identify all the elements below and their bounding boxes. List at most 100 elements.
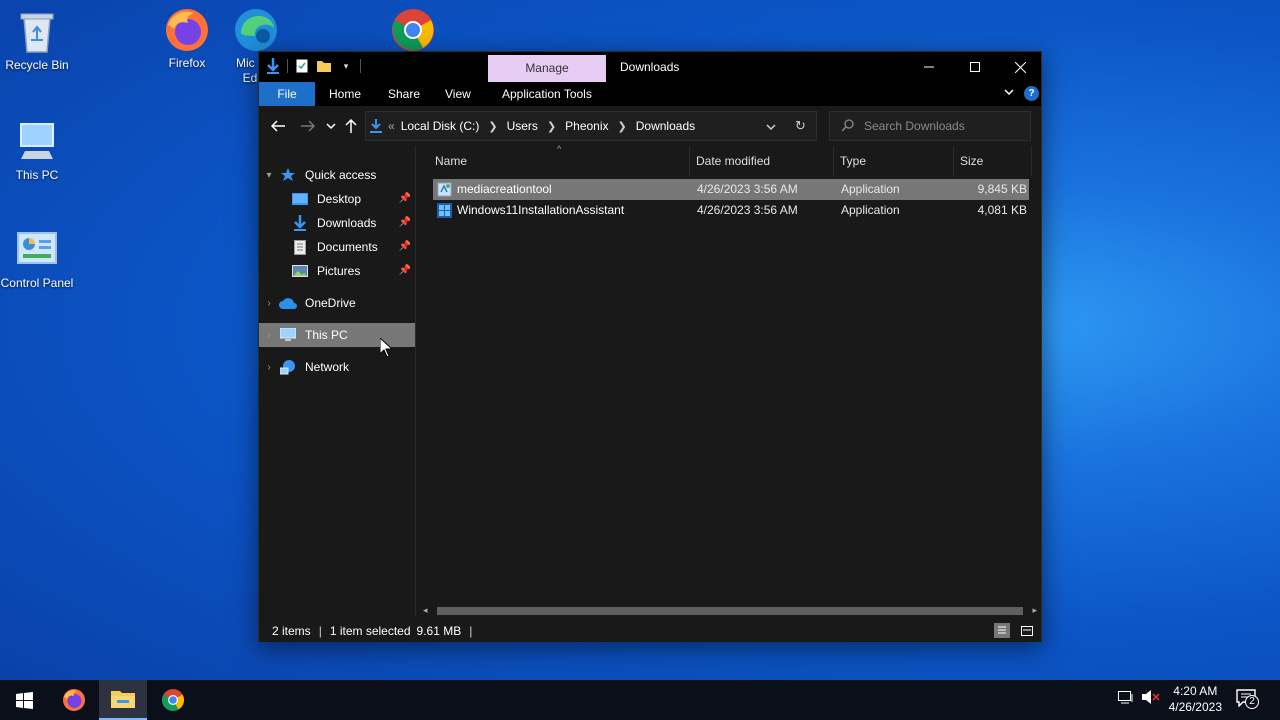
nav-downloads[interactable]: Downloads 📌 (259, 211, 415, 235)
recycle-bin-icon (13, 8, 61, 56)
breadcrumb-users[interactable]: Users (507, 119, 538, 133)
window-title: Downloads (620, 60, 680, 74)
nav-label: Downloads (317, 216, 377, 230)
cloud-icon (279, 295, 297, 311)
status-bar: 2 items | 1 item selected 9.61 MB | (259, 619, 1041, 642)
nav-label: Network (305, 360, 350, 374)
search-input[interactable]: Search Downloads (864, 119, 965, 133)
download-arrow-icon[interactable] (265, 58, 281, 74)
close-button[interactable] (997, 52, 1043, 82)
scrollbar-thumb[interactable] (437, 607, 1023, 615)
expand-chevron-icon[interactable]: › (259, 298, 279, 309)
taskbar-firefox[interactable] (50, 680, 98, 720)
refresh-icon[interactable]: ↻ (795, 118, 806, 134)
nav-label: Pictures (317, 264, 361, 278)
nav-label: Quick access (305, 168, 377, 182)
help-icon[interactable]: ? (1024, 86, 1039, 101)
breadcrumb-overflow[interactable]: « (388, 119, 395, 133)
selection-count: 1 item selected (329, 623, 411, 638)
recent-locations-chevron-icon[interactable] (320, 116, 342, 136)
clock-time: 4:20 AM (1173, 684, 1218, 698)
start-button[interactable] (0, 680, 48, 720)
breadcrumb-pheonix[interactable]: Pheonix (565, 119, 608, 133)
tab-view[interactable]: View (435, 82, 481, 106)
table-row[interactable]: mediacreationtool 4/26/2023 3:56 AM Appl… (433, 179, 1029, 200)
clock-date: 4/26/2023 (1168, 700, 1222, 714)
tab-home[interactable]: Home (319, 82, 371, 106)
chrome-icon (162, 689, 184, 711)
search-box[interactable]: Search Downloads (829, 111, 1031, 141)
network-status-icon[interactable] (1118, 690, 1134, 707)
horizontal-scrollbar[interactable]: ◂ ▸ (417, 603, 1041, 619)
desktop-icon-chrome[interactable] (376, 6, 450, 56)
tab-share[interactable]: Share (378, 82, 430, 106)
chrome-icon (389, 6, 437, 54)
nav-quick-access[interactable]: ▾ Quick access (259, 163, 415, 187)
volume-muted-icon[interactable] (1142, 690, 1160, 707)
collapse-chevron-icon[interactable]: ▾ (259, 170, 279, 181)
nav-documents[interactable]: Documents 📌 (259, 235, 415, 259)
address-field[interactable]: « Local Disk (C:) ❯ Users ❯ Pheonix ❯ Do… (365, 111, 817, 141)
pictures-folder-icon (291, 263, 309, 279)
maximize-button[interactable] (952, 52, 998, 82)
taskbar-file-explorer[interactable] (99, 680, 147, 720)
item-count: 2 items (272, 623, 311, 638)
expand-chevron-icon[interactable]: › (259, 330, 279, 341)
nav-desktop[interactable]: Desktop 📌 (259, 187, 415, 211)
address-bar-area: « Local Disk (C:) ❯ Users ❯ Pheonix ❯ Do… (259, 106, 1041, 146)
pin-icon[interactable]: 📌 (399, 265, 411, 276)
nav-onedrive[interactable]: › OneDrive (259, 291, 415, 315)
desktop-icon-recycle-bin[interactable]: Recycle Bin (0, 8, 74, 73)
tab-application-tools[interactable]: Application Tools (492, 82, 602, 106)
properties-icon[interactable] (294, 58, 310, 74)
forward-button[interactable] (297, 116, 319, 136)
breadcrumb-downloads[interactable]: Downloads (636, 119, 695, 133)
desktop-icon-firefox[interactable]: Firefox (150, 6, 224, 71)
nav-pictures[interactable]: Pictures 📌 (259, 259, 415, 283)
file-name: mediacreationtool (457, 182, 552, 196)
expand-chevron-icon[interactable]: › (259, 362, 279, 373)
new-folder-icon[interactable] (316, 58, 332, 74)
selection-size: 9.61 MB (416, 623, 462, 638)
back-button[interactable] (267, 116, 289, 136)
desktop-icon-control-panel[interactable]: Control Panel (0, 226, 74, 291)
desktop-folder-icon (291, 191, 309, 207)
qat-divider (287, 59, 288, 73)
ribbon-expand-chevron-icon[interactable] (1003, 86, 1015, 101)
taskbar-chrome[interactable] (149, 680, 197, 720)
desktop-icon-label: Control Panel (0, 276, 74, 290)
desktop-icon-label: This PC (15, 168, 59, 182)
details-view-icon[interactable] (994, 623, 1010, 638)
pin-icon[interactable]: 📌 (399, 241, 411, 252)
column-header-name[interactable]: Name (417, 146, 690, 176)
status-divider: | (469, 623, 473, 638)
pin-icon[interactable]: 📌 (399, 217, 411, 228)
minimize-button[interactable] (906, 52, 952, 82)
taskbar-clock[interactable]: 4:20 AM 4/26/2023 (1169, 683, 1222, 715)
column-header-type[interactable]: Type (834, 146, 954, 176)
manage-tab[interactable]: Manage (488, 55, 606, 82)
table-row[interactable]: Windows11InstallationAssistant 4/26/2023… (433, 200, 1029, 221)
status-divider: | (318, 623, 322, 638)
column-header-size[interactable]: Size (954, 146, 1032, 176)
desktop-icon-this-pc[interactable]: This PC (0, 118, 74, 183)
scroll-left-icon[interactable]: ◂ (423, 605, 428, 616)
qat-divider (360, 59, 361, 73)
pin-icon[interactable]: 📌 (399, 193, 411, 204)
address-history-chevron-icon[interactable] (766, 120, 776, 134)
large-icons-view-icon[interactable] (1019, 623, 1035, 638)
breadcrumb-separator-icon[interactable]: ❯ (488, 120, 497, 133)
column-header-date-modified[interactable]: Date modified (690, 146, 834, 176)
up-button[interactable] (340, 116, 362, 136)
breadcrumb-separator-icon[interactable]: ❯ (618, 120, 627, 133)
navigation-pane: ▾ Quick access Desktop 📌 Downloads 📌 Doc… (259, 146, 416, 616)
notification-center-button[interactable]: 2 (1236, 689, 1259, 710)
breadcrumb-local-disk[interactable]: Local Disk (C:) (401, 119, 480, 133)
media-creation-tool-icon (437, 182, 452, 200)
edge-icon (232, 6, 280, 54)
tab-file[interactable]: File (259, 82, 315, 106)
qat-dropdown-icon[interactable]: ▾ (338, 58, 354, 74)
breadcrumb-separator-icon[interactable]: ❯ (547, 120, 556, 133)
scroll-right-icon[interactable]: ▸ (1032, 605, 1037, 616)
documents-folder-icon (291, 239, 309, 255)
